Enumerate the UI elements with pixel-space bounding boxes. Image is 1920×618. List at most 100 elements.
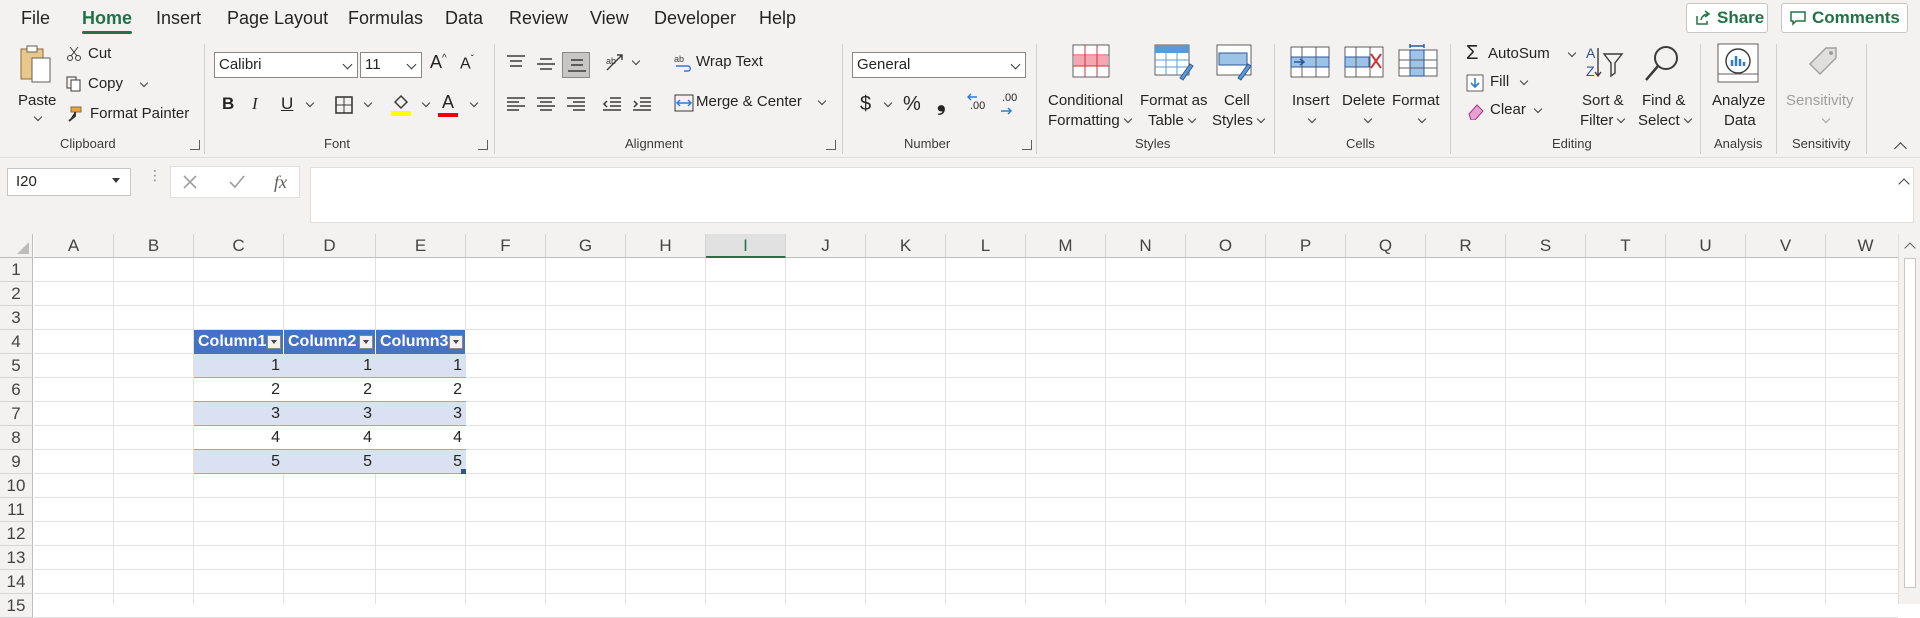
vertical-scrollbar[interactable] bbox=[1898, 234, 1920, 604]
paste-button[interactable]: Paste bbox=[12, 42, 60, 132]
font-size-select[interactable]: 11 bbox=[360, 52, 422, 78]
table-cell[interactable]: 3 bbox=[284, 402, 376, 426]
shrink-font-button[interactable]: Aˇ bbox=[460, 54, 474, 73]
fill-color-chevron-icon[interactable] bbox=[421, 98, 431, 108]
name-box[interactable]: I20 bbox=[7, 168, 131, 196]
column-header-e[interactable]: E bbox=[376, 234, 466, 258]
table-cell[interactable]: 3 bbox=[376, 402, 466, 426]
table-cell[interactable]: 2 bbox=[284, 378, 376, 402]
clear-button[interactable]: Clear bbox=[1464, 100, 1548, 122]
comma-style-button[interactable]: ❟ bbox=[937, 90, 946, 116]
copy-button[interactable]: Copy bbox=[66, 74, 150, 96]
increase-indent-icon[interactable] bbox=[632, 96, 652, 112]
font-color-chevron-icon[interactable] bbox=[469, 98, 479, 108]
table-cell[interactable]: 3 bbox=[194, 402, 284, 426]
table-cell[interactable]: 1 bbox=[284, 354, 376, 378]
column-header-q[interactable]: Q bbox=[1346, 234, 1426, 258]
table-cell[interactable]: 4 bbox=[376, 426, 466, 450]
align-center-icon[interactable] bbox=[536, 96, 556, 112]
underline-chevron-icon[interactable] bbox=[305, 98, 315, 108]
align-middle-icon[interactable] bbox=[536, 56, 556, 72]
column-header-b[interactable]: B bbox=[114, 234, 194, 258]
align-top-icon[interactable] bbox=[506, 54, 526, 70]
worksheet-grid[interactable]: ABCDEFGHIJKLMNOPQRSTUVW 1 2 3 4 5 6 7 8 9 10 11 12 1… bbox=[0, 234, 1920, 618]
row-header-9[interactable]: 9 bbox=[0, 450, 33, 474]
orientation-chevron-icon[interactable] bbox=[631, 56, 641, 66]
font-launcher-icon[interactable] bbox=[478, 140, 488, 150]
menu-insert[interactable]: Insert bbox=[156, 0, 201, 36]
italic-button[interactable]: I bbox=[252, 94, 258, 114]
row-header-11[interactable]: 11 bbox=[0, 498, 33, 522]
row-header-10[interactable]: 10 bbox=[0, 474, 33, 498]
column-header-v[interactable]: V bbox=[1746, 234, 1826, 258]
row-header-6[interactable]: 6 bbox=[0, 378, 33, 402]
analyze-data-button[interactable]: Analyze Data bbox=[1708, 42, 1770, 132]
column-header-h[interactable]: H bbox=[626, 234, 706, 258]
delete-cells-button[interactable]: Delete bbox=[1340, 42, 1390, 132]
align-right-icon[interactable] bbox=[566, 96, 586, 112]
filter-dropdown-icon[interactable] bbox=[267, 335, 281, 349]
scrollbar-thumb[interactable] bbox=[1904, 258, 1916, 588]
column-header-d[interactable]: D bbox=[284, 234, 376, 258]
number-format-select[interactable]: General bbox=[852, 52, 1026, 78]
currency-chevron-icon[interactable] bbox=[883, 98, 893, 108]
cancel-icon[interactable] bbox=[182, 174, 198, 190]
menu-help[interactable]: Help bbox=[759, 0, 796, 36]
find-select-button[interactable]: Find & Select bbox=[1632, 42, 1694, 132]
column-header-i[interactable]: I bbox=[706, 234, 786, 258]
column-header-n[interactable]: N bbox=[1106, 234, 1186, 258]
menu-page-layout[interactable]: Page Layout bbox=[227, 0, 328, 36]
table-cell[interactable]: 1 bbox=[376, 354, 466, 378]
align-bottom-button[interactable] bbox=[562, 52, 590, 78]
percent-button[interactable]: % bbox=[903, 93, 921, 116]
menu-formulas[interactable]: Formulas bbox=[348, 0, 423, 36]
format-painter-button[interactable]: Format Painter bbox=[66, 104, 191, 126]
comments-button[interactable]: Comments bbox=[1781, 3, 1908, 33]
menu-review[interactable]: Review bbox=[509, 0, 568, 36]
table-header-column2[interactable]: Column2 bbox=[284, 330, 376, 354]
alignment-launcher-icon[interactable] bbox=[826, 140, 836, 150]
table-cell[interactable]: 1 bbox=[194, 354, 284, 378]
enter-icon[interactable] bbox=[228, 174, 246, 190]
merge-center-button[interactable]: Merge & Center bbox=[672, 91, 830, 115]
share-button[interactable]: Share bbox=[1686, 3, 1768, 33]
column-header-g[interactable]: G bbox=[546, 234, 626, 258]
scroll-up-icon[interactable] bbox=[1904, 242, 1916, 254]
format-cells-button[interactable]: Format bbox=[1392, 42, 1444, 132]
table-resize-handle[interactable] bbox=[461, 469, 466, 474]
fill-color-icon[interactable] bbox=[390, 92, 412, 116]
format-as-table-button[interactable]: Format as Table bbox=[1138, 42, 1212, 132]
decrease-decimal-button[interactable]: .00 bbox=[1000, 92, 1028, 118]
row-header-8[interactable]: 8 bbox=[0, 426, 33, 450]
table-cell[interactable]: 4 bbox=[194, 426, 284, 450]
underline-button[interactable]: U bbox=[281, 94, 293, 114]
column-header-r[interactable]: R bbox=[1426, 234, 1506, 258]
row-header-13[interactable]: 13 bbox=[0, 546, 33, 570]
borders-chevron-icon[interactable] bbox=[363, 98, 373, 108]
autosum-button[interactable]: Σ AutoSum bbox=[1464, 42, 1577, 66]
cell-styles-button[interactable]: Cell Styles bbox=[1212, 42, 1268, 132]
column-header-p[interactable]: P bbox=[1266, 234, 1346, 258]
increase-decimal-button[interactable]: .00 bbox=[966, 92, 994, 118]
column-header-o[interactable]: O bbox=[1186, 234, 1266, 258]
filter-dropdown-icon[interactable] bbox=[359, 335, 373, 349]
column-header-c[interactable]: C bbox=[194, 234, 284, 258]
row-header-14[interactable]: 14 bbox=[0, 570, 33, 594]
wrap-text-button[interactable]: ab Wrap Text bbox=[672, 51, 782, 75]
row-header-12[interactable]: 12 bbox=[0, 522, 33, 546]
formula-input[interactable] bbox=[310, 167, 1914, 223]
table-cell[interactable]: 5 bbox=[194, 450, 284, 474]
column-header-k[interactable]: K bbox=[866, 234, 946, 258]
column-header-u[interactable]: U bbox=[1666, 234, 1746, 258]
column-header-j[interactable]: J bbox=[786, 234, 866, 258]
row-header-2[interactable]: 2 bbox=[0, 282, 33, 306]
borders-icon[interactable] bbox=[334, 95, 354, 115]
drag-handle-icon[interactable]: ⋮ bbox=[148, 168, 162, 192]
grow-font-button[interactable]: A^ bbox=[430, 52, 447, 73]
table-header-column1[interactable]: Column1 bbox=[194, 330, 284, 354]
menu-data[interactable]: Data bbox=[445, 0, 483, 36]
menu-file[interactable]: File bbox=[21, 0, 50, 36]
table-cell[interactable]: 2 bbox=[194, 378, 284, 402]
clipboard-launcher-icon[interactable] bbox=[190, 140, 200, 150]
row-header-5[interactable]: 5 bbox=[0, 354, 33, 378]
